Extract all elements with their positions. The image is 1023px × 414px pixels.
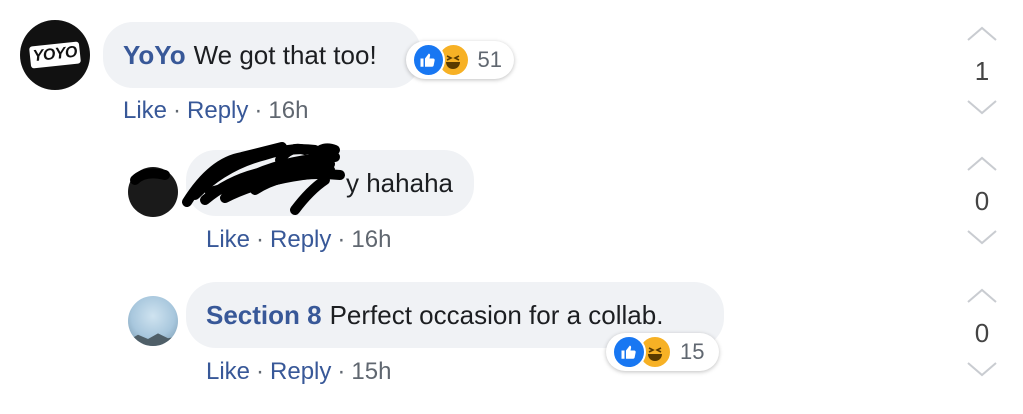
comment-1: YOYO YoYo We got that too! 51 Like · Reply…: [0, 0, 1023, 140]
timestamp[interactable]: 16h: [351, 226, 391, 253]
reaction-count: 51: [477, 47, 502, 72]
avatar-landscape-icon: [128, 333, 178, 346]
scribble-redaction: [130, 142, 345, 215]
reaction-summary[interactable]: 15: [606, 333, 719, 371]
reply-link[interactable]: Reply: [270, 358, 331, 385]
separator: ·: [337, 226, 346, 253]
like-link[interactable]: Like: [123, 97, 167, 124]
comment-text: We got that too!: [193, 40, 377, 70]
vote-control: 0: [962, 288, 1002, 377]
timestamp[interactable]: 16h: [268, 97, 308, 124]
downvote-icon[interactable]: [966, 99, 998, 115]
vote-count: 0: [974, 318, 990, 348]
reaction-count: 15: [680, 339, 705, 364]
vote-control: 0: [962, 156, 1002, 245]
comment-author[interactable]: Section 8: [206, 302, 322, 328]
comment-actions: Like · Reply · 16h: [206, 226, 391, 254]
vote-control: 1: [962, 26, 1002, 115]
upvote-icon[interactable]: [966, 288, 998, 304]
like-link[interactable]: Like: [206, 358, 250, 385]
downvote-icon[interactable]: [966, 361, 998, 377]
comment-2: y hahaha Like · Reply · 16h 0: [0, 140, 1023, 270]
like-icon: [412, 43, 445, 77]
separator: ·: [256, 226, 265, 253]
comment-actions: Like · Reply · 16h: [123, 97, 308, 125]
upvote-icon[interactable]: [966, 26, 998, 42]
vote-count: 1: [974, 56, 990, 86]
comment-bubble: YoYo We got that too!: [103, 22, 421, 88]
separator: ·: [173, 97, 182, 124]
timestamp[interactable]: 15h: [351, 358, 391, 385]
separator: ·: [254, 97, 263, 124]
comment-text: y hahaha: [346, 168, 453, 198]
separator: ·: [256, 358, 265, 385]
yoyo-logo-icon: YOYO: [28, 41, 82, 69]
separator: ·: [337, 358, 346, 385]
reply-link[interactable]: Reply: [187, 97, 248, 124]
avatar[interactable]: YOYO: [20, 20, 90, 90]
reply-link[interactable]: Reply: [270, 226, 331, 253]
reaction-summary[interactable]: 51: [406, 41, 514, 79]
avatar[interactable]: [128, 296, 178, 346]
comment-author[interactable]: YoYo: [123, 42, 186, 68]
avatar-logo-text: YOYO: [32, 43, 78, 66]
comment-text: Perfect occasion for a collab.: [329, 300, 664, 330]
comment-3: Section 8 Perfect occasion for a collab.…: [0, 270, 1023, 414]
like-link[interactable]: Like: [206, 226, 250, 253]
downvote-icon[interactable]: [966, 229, 998, 245]
comment-actions: Like · Reply · 15h: [206, 358, 391, 386]
upvote-icon[interactable]: [966, 156, 998, 172]
vote-count: 0: [974, 186, 990, 216]
like-icon: [612, 335, 646, 369]
